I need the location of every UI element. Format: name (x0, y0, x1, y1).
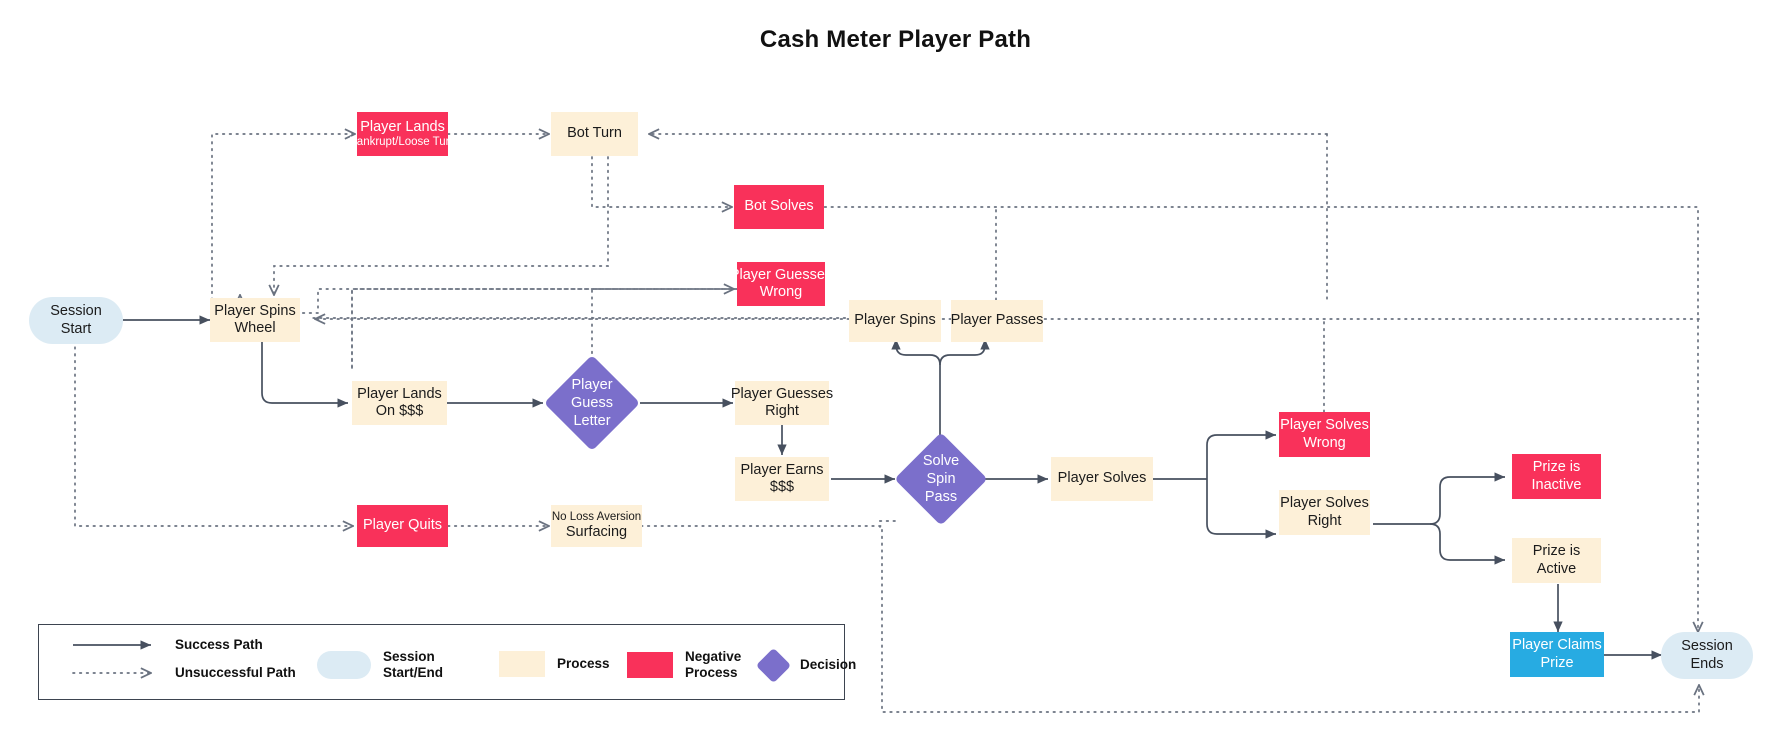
edge-guesses-wrong-to-spin (240, 288, 737, 314)
edge-decision-to-player-passes (939, 339, 990, 366)
node-player-guess-letter[interactable]: Player Guess Letter (543, 354, 641, 452)
node-player-solves[interactable]: Player Solves (1051, 457, 1153, 501)
legend-process: Process (499, 651, 610, 677)
negative-process-shape-icon (627, 652, 673, 679)
edge-right-to-prize-inactive (1429, 472, 1505, 525)
node-no-loss-aversion[interactable]: No Loss Aversion Surfacing (551, 505, 642, 547)
legend-success-path: Success Path (71, 637, 263, 653)
decision-shape-icon (755, 647, 792, 684)
node-session-start[interactable]: Session Start (29, 297, 123, 344)
edge-spin-to-lands-money (261, 340, 348, 408)
dotted-line-icon (72, 666, 163, 680)
solid-line-icon (73, 640, 151, 650)
node-player-solves-right[interactable]: Player Solves Right (1279, 490, 1370, 535)
legend-negative-process: Negative Process (627, 649, 741, 682)
edge-solves-to-right (1206, 479, 1276, 539)
node-player-lands-on-money[interactable]: Player Lands On $$$ (352, 381, 447, 425)
edge-guess-to-wrong (591, 289, 734, 361)
node-player-passes[interactable]: Player Passes (951, 300, 1043, 342)
node-player-spins-wheel[interactable]: Player Spins Wheel (210, 298, 300, 342)
node-session-ends[interactable]: Session Ends (1661, 632, 1753, 679)
node-player-claims-prize[interactable]: Player Claims Prize (1510, 632, 1604, 677)
legend-session-start-end: Session Start/End (317, 649, 443, 682)
node-player-quits[interactable]: Player Quits (357, 505, 448, 547)
node-bot-turn[interactable]: Bot Turn (551, 112, 638, 156)
node-bot-solves[interactable]: Bot Solves (734, 185, 824, 229)
terminal-shape-icon (317, 651, 371, 680)
node-player-lands-bankrupt[interactable]: Player Lands Bankrupt/Loose Turn (349, 112, 456, 156)
legend: Success Path Unsuccessful Path Session S… (38, 624, 856, 700)
node-prize-is-active[interactable]: Prize is Active (1512, 538, 1601, 583)
process-shape-icon (499, 651, 545, 677)
edge-spin-to-bankrupt (211, 134, 355, 301)
node-player-solves-wrong[interactable]: Player Solves Wrong (1279, 412, 1370, 457)
edge-start-to-quits (74, 319, 353, 526)
edge-layer (74, 0, 1791, 713)
edge-solves-to-wrong (1206, 430, 1276, 479)
edge-bot-turn-to-bot-solves (591, 156, 732, 207)
edge-decision-to-player-spins (891, 339, 941, 436)
node-solve-spin-pass[interactable]: Solve Spin Pass (894, 432, 988, 526)
node-player-guesses-wrong[interactable]: Player Guesses Wrong (730, 262, 832, 306)
node-player-spins[interactable]: Player Spins (849, 300, 941, 342)
node-prize-is-inactive[interactable]: Prize is Inactive (1512, 454, 1601, 499)
node-player-earns-money[interactable]: Player Earns $$$ (735, 457, 829, 501)
node-player-guesses-right[interactable]: Player Guesses Right (731, 381, 833, 425)
edge-bot-turn-loop-to-spin (274, 156, 609, 295)
edge-right-to-prize-active (1373, 523, 1505, 565)
legend-decision: Decision (755, 647, 856, 684)
page-title: Cash Meter Player Path (759, 26, 1032, 53)
diagram-canvas: Cash Meter Player Path Session Start Pla… (0, 0, 1791, 730)
legend-unsuccessful-path: Unsuccessful Path (71, 665, 296, 681)
